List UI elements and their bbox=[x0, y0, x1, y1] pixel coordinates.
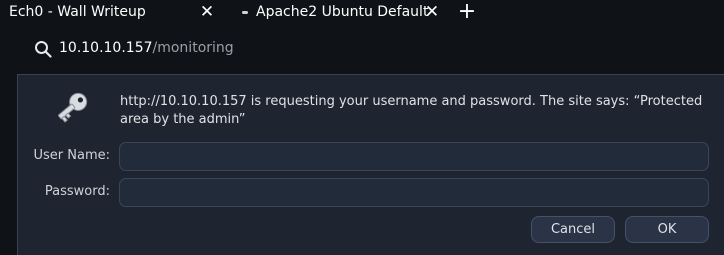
address-url[interactable]: 10.10.10.157/monitoring bbox=[59, 40, 234, 56]
tab-title: Ech0 - Wall Writeup bbox=[9, 4, 146, 20]
auth-dialog: http://10.10.10.157 is requesting your u… bbox=[17, 74, 724, 255]
username-label: User Name: bbox=[33, 148, 111, 163]
url-path: /monitoring bbox=[152, 40, 234, 56]
url-host: 10.10.10.157 bbox=[59, 40, 153, 56]
ok-button[interactable]: OK bbox=[625, 216, 709, 243]
cancel-button[interactable]: Cancel bbox=[531, 216, 615, 243]
address-bar[interactable]: 10.10.10.157/monitoring bbox=[28, 34, 724, 64]
tab-strip: Ech0 - Wall Writeup ✕ Apache2 Ubuntu Def… bbox=[0, 0, 724, 26]
username-field[interactable] bbox=[119, 142, 709, 171]
tab-apache2-ubuntu-default[interactable]: Apache2 Ubuntu Default ✕ bbox=[232, 0, 447, 26]
auth-message: http://10.10.10.157 is requesting your u… bbox=[120, 94, 703, 127]
tab-close-icon[interactable]: ✕ bbox=[199, 3, 215, 21]
tab-ech0-wall-writeup[interactable]: Ech0 - Wall Writeup ✕ bbox=[0, 0, 230, 26]
key-icon bbox=[58, 92, 88, 123]
password-label: Password: bbox=[44, 184, 110, 199]
new-tab-button[interactable]: + bbox=[456, 1, 478, 23]
search-icon bbox=[35, 41, 52, 58]
tab-close-icon[interactable]: ✕ bbox=[424, 3, 440, 21]
loading-indicator-icon bbox=[242, 11, 248, 14]
password-field[interactable] bbox=[119, 178, 709, 207]
tab-title: Apache2 Ubuntu Default bbox=[256, 4, 429, 20]
